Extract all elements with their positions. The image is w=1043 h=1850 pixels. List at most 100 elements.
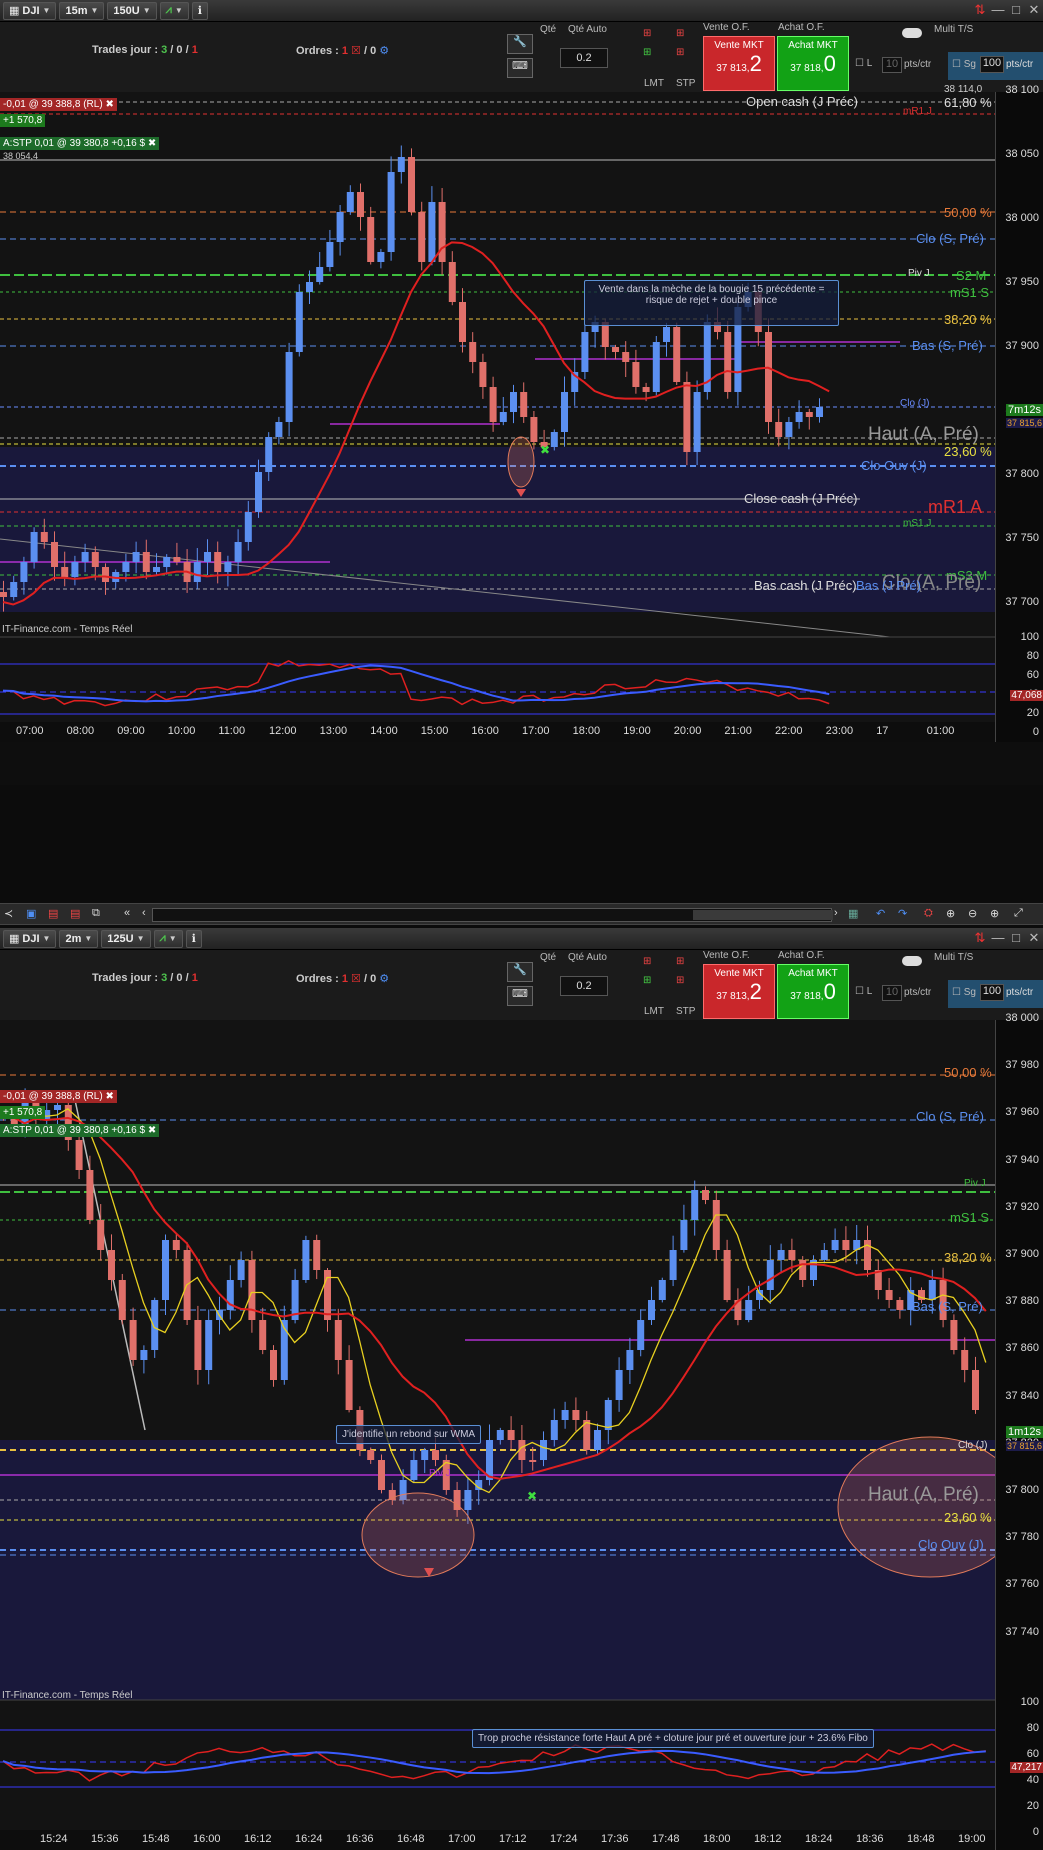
achat-mkt-button[interactable]: Achat MKT 37 818,0: [777, 36, 849, 91]
horizontal-scrollbar[interactable]: [152, 908, 833, 922]
indicator-icon[interactable]: ▤: [70, 907, 80, 920]
close-orders-icon[interactable]: ☒: [351, 973, 361, 985]
duplicate-icon[interactable]: ⧉: [92, 907, 100, 920]
price-axis[interactable]: 38 10038 05038 00037 95037 90037 85037 8…: [995, 84, 1043, 672]
multi-toggle[interactable]: [902, 956, 922, 966]
vente-mkt-button[interactable]: Vente MKT 37 813,2: [703, 964, 775, 1019]
toolbox-icon[interactable]: ⛭: [924, 907, 933, 920]
close-icon[interactable]: ✕: [1025, 930, 1043, 946]
undo-icon[interactable]: ↶: [876, 907, 885, 920]
qty-auto-label[interactable]: Qté Auto: [568, 24, 607, 35]
position-tag[interactable]: -0,01 @ 39 388,8 (RL) ✖: [0, 1090, 117, 1103]
timeframe-selector[interactable]: 2m ▼: [59, 929, 99, 948]
l-checkbox[interactable]: ☐ L: [855, 58, 872, 69]
order-type-icon[interactable]: ⊞: [643, 47, 651, 58]
close-icon[interactable]: ✖: [148, 1125, 156, 1136]
chevron-right-icon[interactable]: ›: [834, 907, 838, 919]
time-tick: 01:00: [926, 725, 955, 737]
minimize-icon[interactable]: —: [989, 930, 1007, 945]
symbol-selector[interactable]: ▦ DJI ▼: [3, 929, 57, 948]
l-input[interactable]: 10: [882, 57, 902, 73]
settings-icon[interactable]: ⚙: [379, 973, 389, 985]
order-type-icon[interactable]: ⊞: [676, 47, 684, 58]
double-chevron-left-icon[interactable]: «: [124, 907, 130, 919]
maximize-icon[interactable]: □: [1007, 2, 1025, 17]
candle-body: [581, 332, 589, 372]
share-icon[interactable]: ≺: [4, 907, 13, 920]
close-icon[interactable]: ✖: [148, 138, 156, 149]
candle-body: [489, 387, 497, 422]
chevron-left-icon[interactable]: ‹: [142, 907, 146, 919]
units-selector[interactable]: 125U ▼: [101, 929, 151, 948]
window-icon[interactable]: ▣: [26, 907, 36, 920]
candle-body: [448, 262, 456, 302]
timeframe-selector[interactable]: 15m ▼: [59, 1, 105, 20]
candle-body: [680, 1220, 688, 1250]
l-checkbox[interactable]: ☐ L: [855, 986, 872, 997]
qty-input[interactable]: 0.2: [560, 48, 608, 68]
wrench-icon[interactable]: 🔧: [507, 34, 533, 54]
sg-checkbox[interactable]: ☐ Sg: [952, 987, 976, 998]
keyboard-icon[interactable]: ⌨: [507, 58, 533, 78]
qty-auto-label[interactable]: Qté Auto: [568, 952, 607, 963]
zoom-out-icon[interactable]: ⊖: [968, 907, 977, 920]
multi-toggle[interactable]: [902, 28, 922, 38]
price-axis[interactable]: 38 000 37 980 37 960 37 940 37 920 37 900 37 8…: [995, 1012, 1043, 1700]
stop-order-tag[interactable]: A:STP 0,01 @ 39 380,8 +0,16 $ ✖: [0, 137, 160, 150]
info-button[interactable]: ℹ: [185, 929, 202, 948]
stp-label[interactable]: STP: [676, 78, 695, 89]
indicator-axis[interactable]: 100 80 60 40 20 0 47,217: [995, 1696, 1043, 1850]
candle-body: [799, 1260, 807, 1280]
scrollbar-thumb[interactable]: [693, 910, 833, 920]
keyboard-icon[interactable]: ⌨: [507, 986, 533, 1006]
calendar-icon[interactable]: ▦: [848, 907, 858, 920]
l-input[interactable]: 10: [882, 985, 902, 1001]
candle-body: [397, 157, 405, 172]
chart-type-selector[interactable]: ⩘ ▼: [159, 1, 189, 20]
order-type-icon[interactable]: ⊞: [643, 975, 651, 986]
close-icon[interactable]: ✖: [105, 1091, 113, 1102]
order-type-icon[interactable]: ⊞: [643, 956, 651, 967]
price-chart[interactable]: ✖ 38 10038 05038 00037 95037 90037 85037…: [0, 84, 1043, 742]
vente-mkt-button[interactable]: Vente MKT 37 813,2: [703, 36, 775, 91]
stp-label[interactable]: STP: [676, 1006, 695, 1017]
order-type-icon[interactable]: ⊞: [676, 28, 684, 39]
close-orders-icon[interactable]: ☒: [351, 45, 361, 57]
indicator-axis[interactable]: 10080604020047,068: [995, 631, 1043, 742]
sync-icon[interactable]: ⇅: [971, 2, 989, 18]
timer-tag: 7m12s: [1005, 404, 1043, 416]
zoom-window-icon[interactable]: ⊕: [946, 907, 955, 920]
cursor-icon[interactable]: ⤢: [1014, 907, 1023, 920]
wrench-icon[interactable]: 🔧: [507, 962, 533, 982]
settings-icon[interactable]: ⚙: [379, 45, 389, 57]
redo-icon[interactable]: ↷: [898, 907, 907, 920]
minimize-icon[interactable]: —: [989, 2, 1007, 17]
sg-input[interactable]: 100: [980, 56, 1004, 73]
close-icon[interactable]: ✕: [1025, 2, 1043, 18]
qty-input[interactable]: 0.2: [560, 976, 608, 996]
lmt-label[interactable]: LMT: [644, 78, 664, 89]
candle-body: [438, 202, 446, 262]
price-tick: 37 750: [1005, 532, 1039, 544]
price-chart[interactable]: ✖ 38 000 37 980 37 960 37 940 37 920 37 900 37…: [0, 1012, 1043, 1850]
maximize-icon[interactable]: □: [1007, 930, 1025, 945]
info-button[interactable]: ℹ: [191, 1, 208, 20]
order-type-icon[interactable]: ⊞: [676, 956, 684, 967]
symbol-selector[interactable]: ▦ DJI ▼: [3, 1, 57, 20]
chevron-down-icon: ▼: [136, 934, 145, 943]
order-type-icon[interactable]: ⊞: [643, 28, 651, 39]
sg-input[interactable]: 100: [980, 984, 1004, 1001]
close-icon[interactable]: ✖: [105, 99, 113, 110]
units-selector[interactable]: 150U ▼: [107, 1, 157, 20]
indicator-icon[interactable]: ▤: [48, 907, 58, 920]
zoom-in-icon[interactable]: ⊕: [990, 907, 999, 920]
sync-icon[interactable]: ⇅: [971, 930, 989, 946]
stop-order-tag[interactable]: A:STP 0,01 @ 39 380,8 +0,16 $ ✖: [0, 1124, 160, 1137]
chart-type-selector[interactable]: ⩘ ▼: [153, 929, 183, 948]
order-type-icon[interactable]: ⊞: [676, 975, 684, 986]
achat-mkt-button[interactable]: Achat MKT 37 818,0: [777, 964, 849, 1019]
lmt-label[interactable]: LMT: [644, 1006, 664, 1017]
sg-checkbox[interactable]: ☐ Sg: [952, 59, 976, 70]
position-tag[interactable]: -0,01 @ 39 388,8 (RL) ✖: [0, 98, 117, 111]
timer-tag: 1m12s: [1005, 1426, 1043, 1438]
